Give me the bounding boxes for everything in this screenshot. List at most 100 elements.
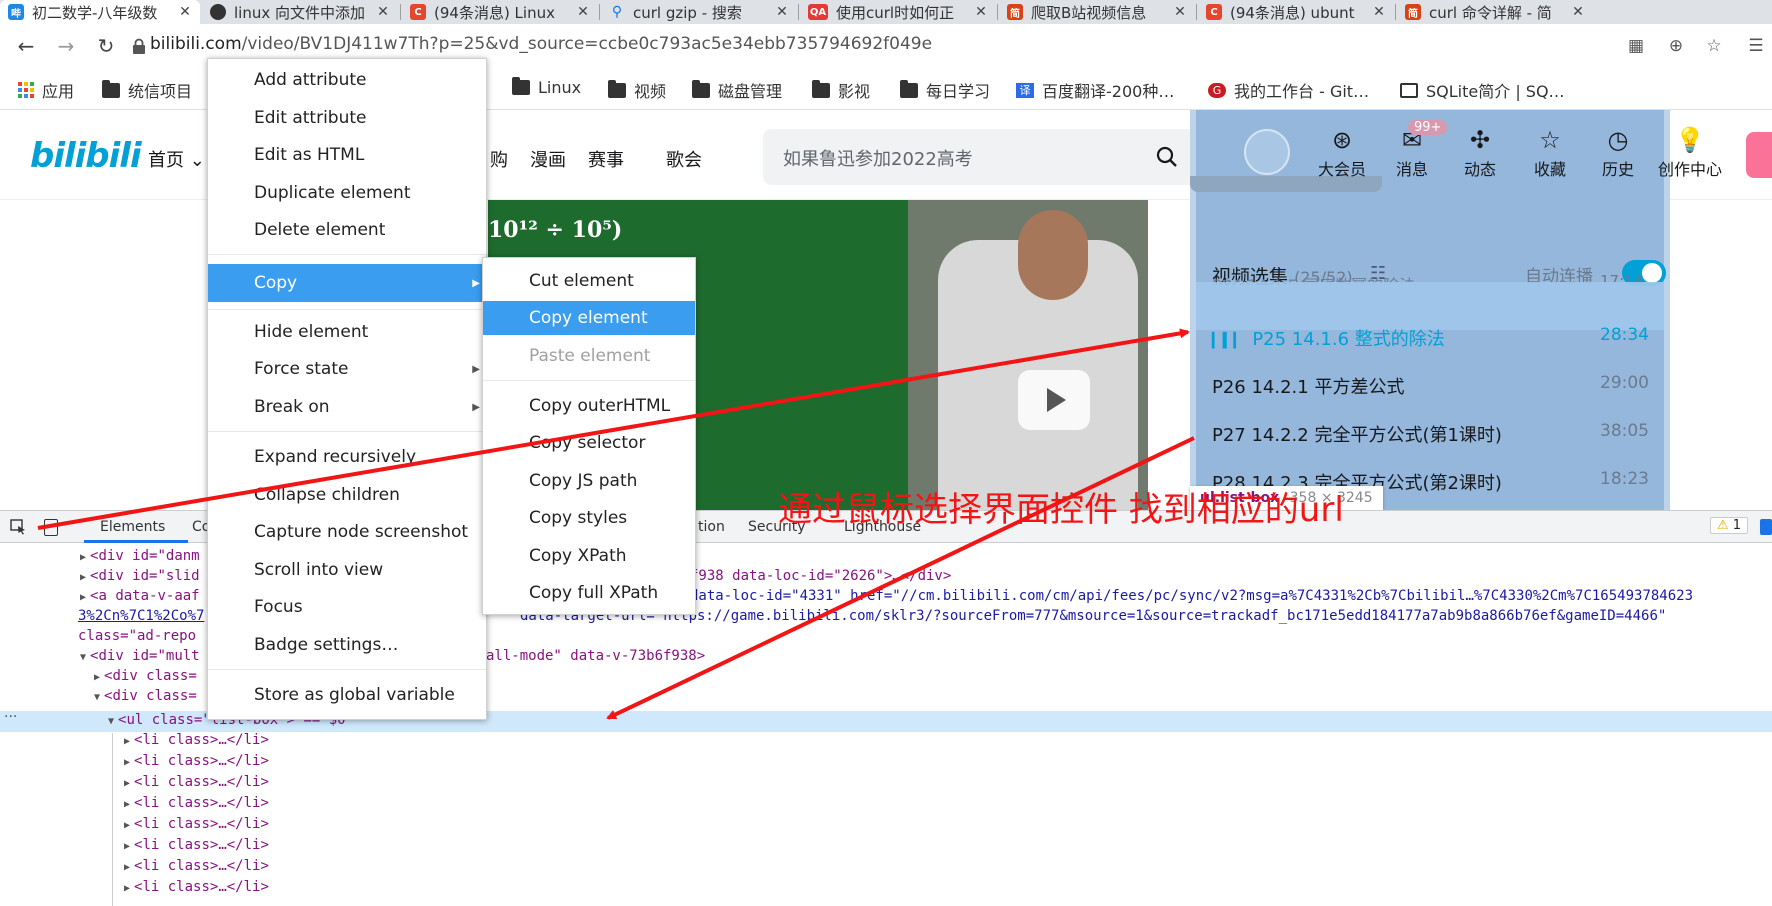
close-icon[interactable]: ✕ (1171, 4, 1189, 20)
header-vip[interactable]: ⊛ 大会员 (1316, 126, 1368, 180)
qr-code-icon[interactable]: ▦ (1624, 34, 1648, 58)
nav-match[interactable]: 赛事 (588, 146, 624, 172)
bookmark-star-icon[interactable]: ☆ (1702, 34, 1726, 58)
back-arrow-icon[interactable]: ← (12, 32, 40, 60)
bookmark-folder[interactable]: 统信项目 (102, 78, 192, 102)
browser-tab[interactable]: 简 curl 命令详解 - 简 ✕ (1397, 0, 1593, 24)
nav-shop[interactable]: 购 (490, 146, 508, 172)
browser-tab[interactable]: 简 爬取B站视频信息 ✕ (999, 0, 1195, 24)
menu-item-duplicate-element[interactable]: Duplicate element (208, 176, 486, 210)
tab-elements[interactable]: Elements (100, 519, 165, 535)
browser-tab[interactable]: ⚲ curl gzip - 搜索 ✕ (601, 0, 797, 24)
reload-icon[interactable]: ↻ (92, 32, 120, 60)
bookmark-folder[interactable]: 磁盘管理 (692, 78, 782, 102)
bookmark-folder[interactable]: 影视 (812, 78, 870, 102)
dom-node[interactable]: ▶ <li class>…</li> (124, 774, 269, 790)
bookmark-baidu-translate[interactable]: 译 百度翻译-200种… (1016, 78, 1174, 102)
forward-arrow-icon[interactable]: → (52, 32, 80, 60)
menu-item-scroll-into-view[interactable]: Scroll into view (208, 553, 486, 587)
play-icon[interactable] (1018, 370, 1090, 430)
close-icon[interactable]: ✕ (773, 4, 791, 20)
dom-node[interactable]: ▶ <li class>…</li> (124, 753, 269, 769)
menu-item-copy-xpath[interactable]: Copy XPath (483, 539, 695, 573)
menu-item-add-attribute[interactable]: Add attribute (208, 63, 486, 97)
menu-item-hide-element[interactable]: Hide element (208, 315, 486, 349)
menu-item-copy-element[interactable]: Copy element (483, 301, 695, 335)
menu-item-copy-selector[interactable]: Copy selector (483, 426, 695, 460)
close-icon[interactable]: ✕ (176, 4, 194, 20)
dom-node[interactable]: ▶ <li class>…</li> (124, 732, 269, 748)
menu-item-copy-js-path[interactable]: Copy JS path (483, 464, 695, 498)
dom-node[interactable]: ▼ <div class= (94, 688, 197, 704)
browser-tab[interactable]: C (94条消息) ubunt ✕ (1198, 0, 1394, 24)
bilibili-logo[interactable]: bilibili (30, 136, 142, 176)
address-bar[interactable]: bilibili.com/video/BV1DJ411w7Th?p=25&vd_… (150, 34, 932, 54)
close-icon[interactable]: ✕ (374, 4, 392, 20)
close-icon[interactable]: ✕ (574, 4, 592, 20)
dom-node[interactable]: ▶ <li class>…</li> (124, 795, 269, 811)
nav-manga[interactable]: 漫画 (530, 146, 566, 172)
search-input[interactable]: 如果鲁迅参加2022高考 (763, 129, 1199, 185)
bookmark-folder[interactable]: Linux (512, 77, 581, 97)
header-favorite[interactable]: ☆ 收藏 (1524, 126, 1576, 180)
close-icon[interactable]: ✕ (1370, 4, 1388, 20)
browser-tab[interactable]: QA 使用curl时如何正 ✕ (800, 0, 996, 24)
dom-node[interactable]: ▶ <div id="danm (80, 548, 200, 564)
dom-node[interactable]: class="ad-repo (78, 628, 196, 644)
menu-item-capture-node-screenshot[interactable]: Capture node screenshot (208, 515, 486, 549)
device-toolbar-icon[interactable] (44, 519, 58, 536)
menu-item-copy-styles[interactable]: Copy styles (483, 501, 695, 535)
menu-item-expand-recursively[interactable]: Expand recursively (208, 440, 486, 474)
playlist-item[interactable]: P27 14.2.2 完全平方公式(第1课时) (1212, 421, 1502, 447)
browser-tab[interactable]: C (94条消息) Linux ✕ (402, 0, 598, 24)
dom-node[interactable]: ▶ <li class>…</li> (124, 837, 269, 853)
menu-item-focus[interactable]: Focus (208, 590, 486, 624)
issues-icon[interactable] (1760, 519, 1772, 535)
nav-home[interactable]: 首页 ⌄ (148, 146, 205, 172)
bookmark-folder[interactable]: 视频 (608, 78, 666, 102)
header-history[interactable]: ◷ 历史 (1592, 126, 1644, 180)
tab-application[interactable]: tion (698, 519, 725, 535)
dom-node-tail[interactable]: all-mode" data-v-73b6f938> (486, 648, 705, 664)
menu-item-badge-settings[interactable]: Badge settings… (208, 628, 486, 662)
menu-item-store-as-global-variable[interactable]: Store as global variable (208, 678, 486, 712)
browser-tab[interactable]: 哔 初二数学-八年级数 ✕ (0, 0, 200, 24)
dom-node-tail[interactable]: f938 data-loc-id="2626">…</div> (690, 568, 951, 584)
reading-list-icon[interactable]: ☰ (1744, 34, 1768, 58)
upload-button[interactable] (1746, 132, 1772, 178)
inspect-element-icon[interactable] (10, 519, 28, 535)
dom-node-tail[interactable]: data-loc-id="4331" href="//cm.bilibili.c… (690, 588, 1693, 604)
bookmark-apps[interactable]: 应用 (18, 78, 74, 102)
lock-icon[interactable] (132, 38, 146, 54)
menu-item-collapse-children[interactable]: Collapse children (208, 478, 486, 512)
avatar[interactable] (1244, 129, 1290, 175)
header-creator[interactable]: 💡 创作中心 (1652, 126, 1728, 180)
header-dynamic[interactable]: ✣ 动态 (1454, 126, 1506, 180)
menu-item-edit-attribute[interactable]: Edit attribute (208, 101, 486, 135)
more-options-icon[interactable]: ··· (4, 709, 17, 725)
warning-counter[interactable]: ⚠ 1 (1710, 517, 1749, 534)
playlist-item-active[interactable]: ▎▍▎ P25 14.1.6 整式的除法 (1212, 325, 1445, 351)
close-icon[interactable]: ✕ (1569, 4, 1587, 20)
menu-item-cut-element[interactable]: Cut element (483, 264, 695, 298)
dom-node[interactable]: ▶ <a data-v-aaf (80, 588, 200, 604)
menu-item-copy-outerhtml[interactable]: Copy outerHTML (483, 389, 695, 423)
menu-item-copy[interactable]: Copy ▶ (208, 264, 486, 302)
close-icon[interactable]: ✕ (972, 4, 990, 20)
browser-tab[interactable]: linux 向文件中添加 ✕ (202, 0, 398, 24)
zoom-icon[interactable]: ⊕ (1664, 34, 1688, 58)
menu-item-force-state[interactable]: Force state ▶ (208, 352, 486, 386)
menu-item-break-on[interactable]: Break on ▶ (208, 390, 486, 424)
playlist-item[interactable]: P26 14.2.1 平方差公式 (1212, 373, 1404, 399)
dom-attr-link[interactable]: 3%2Cn%7C1%2Co%7 (78, 608, 204, 624)
bookmark-gitee[interactable]: G 我的工作台 - Git… (1208, 78, 1369, 102)
menu-item-edit-as-html[interactable]: Edit as HTML (208, 138, 486, 172)
search-icon[interactable] (1155, 145, 1179, 169)
menu-item-delete-element[interactable]: Delete element (208, 213, 486, 247)
dom-node[interactable]: ▶ <div id="slid (80, 568, 200, 584)
nav-concert[interactable]: 歌会 (666, 146, 702, 172)
dom-node[interactable]: ▶ <li class>…</li> (124, 879, 269, 895)
dom-node[interactable]: ▶ <div class= (94, 668, 197, 684)
dom-node[interactable]: ▶ <li class>…</li> (124, 858, 269, 874)
menu-item-copy-full-xpath[interactable]: Copy full XPath (483, 576, 695, 610)
